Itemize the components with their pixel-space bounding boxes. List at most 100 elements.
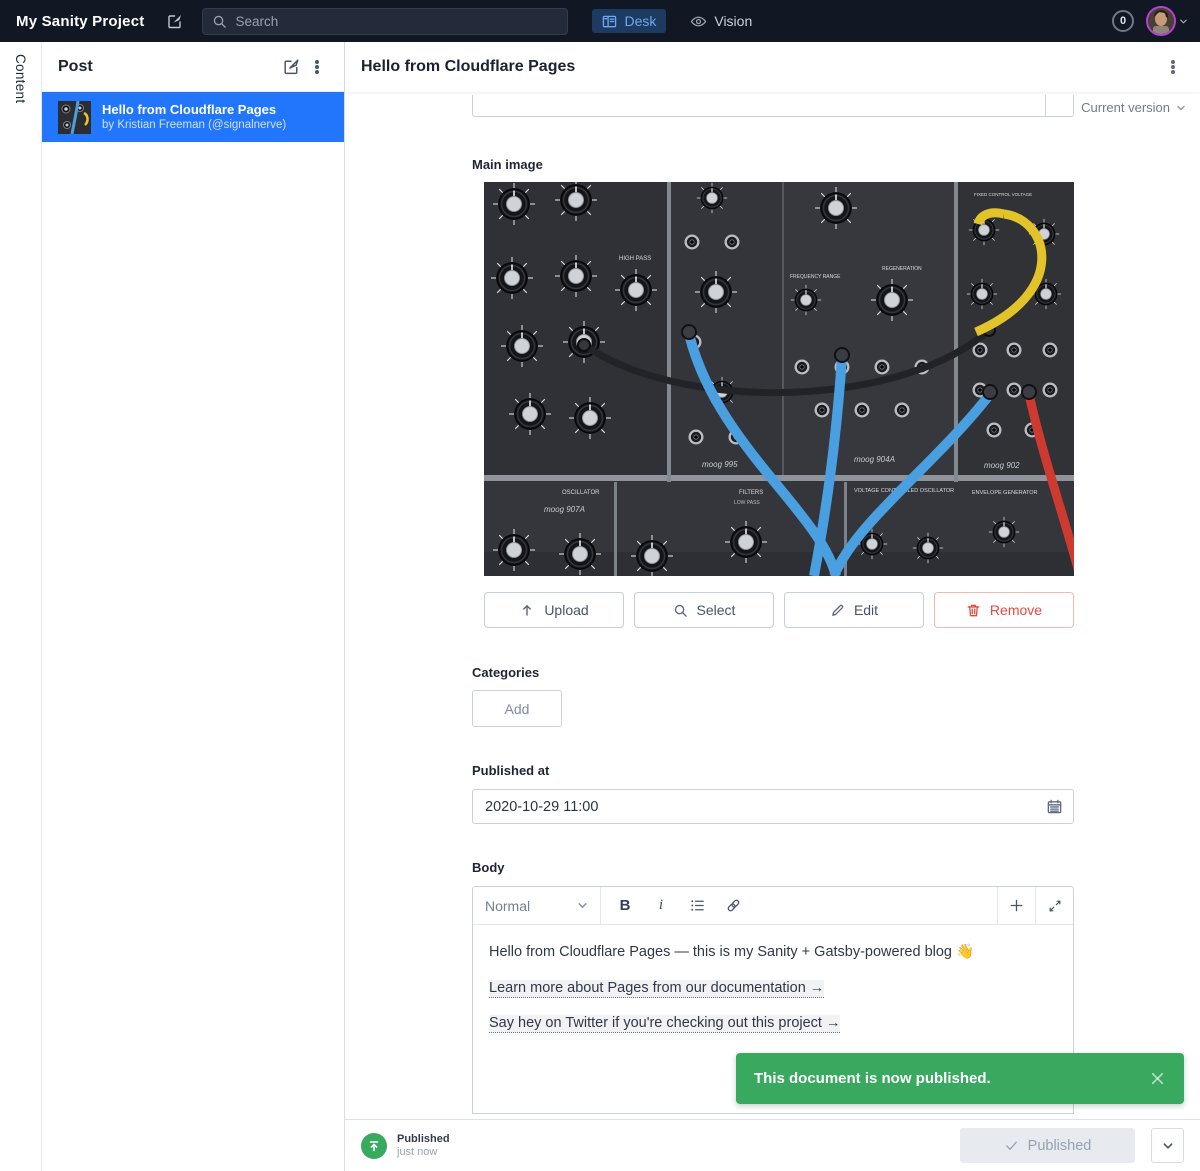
post-list-pane: Post <box>42 42 345 1171</box>
close-icon[interactable] <box>1149 1070 1166 1087</box>
publish-time: just now <box>397 1146 450 1158</box>
svg-text:moog 904A: moog 904A <box>854 455 895 464</box>
list-item-text: Hello from Cloudflare Pages by Kristian … <box>102 101 286 133</box>
topbar-right: 0 <box>1112 6 1188 36</box>
edit-label: Edit <box>854 602 878 618</box>
svg-text:FILTERS: FILTERS <box>739 490 763 496</box>
published-at-label: Published at <box>472 763 1074 778</box>
footer-actions: Published <box>960 1128 1184 1163</box>
trash-icon <box>966 603 981 618</box>
image-actions: Upload Select Edit <box>484 592 1074 628</box>
compose-button[interactable] <box>162 8 188 34</box>
compose-icon <box>282 57 301 76</box>
version-label: Current version <box>1081 100 1170 115</box>
svg-text:ENVELOPE GENERATOR: ENVELOPE GENERATOR <box>972 490 1038 496</box>
document-header: Hello from Cloudflare Pages <box>345 42 1200 92</box>
edit-button[interactable]: Edit <box>784 592 924 628</box>
chevron-down-icon <box>577 900 588 911</box>
tool-tabs: Desk Vision <box>592 9 762 34</box>
avatar <box>1146 6 1176 36</box>
publish-meta: Published just now <box>397 1133 450 1158</box>
workspace: Content Post <box>0 42 1200 1171</box>
document-footer: Published just now Published <box>345 1119 1200 1171</box>
bold-button[interactable]: B <box>609 891 641 921</box>
top-bar: My Sanity Project Search Desk Vision 0 <box>0 0 1200 42</box>
svg-text:REGENERATION: REGENERATION <box>882 266 922 272</box>
list-item-thumbnail <box>58 101 91 134</box>
publish-menu-button[interactable] <box>1151 1128 1184 1163</box>
search-icon <box>212 14 227 29</box>
publish-icon <box>367 1139 381 1153</box>
document-body: Current version Main image <box>345 92 1200 1119</box>
svg-text:moog 902: moog 902 <box>984 461 1020 470</box>
text-style-value: Normal <box>485 898 530 914</box>
main-image-field: HIGH PASS moog 907A moog 995 <box>484 182 1074 628</box>
list-pane-title: Post <box>58 58 278 76</box>
remove-label: Remove <box>990 602 1042 618</box>
user-menu[interactable] <box>1146 6 1188 36</box>
new-document-button[interactable] <box>278 54 304 80</box>
italic-button[interactable]: i <box>645 891 677 921</box>
tab-vision[interactable]: Vision <box>680 9 762 34</box>
main-image-label: Main image <box>472 157 1074 172</box>
body-link[interactable]: Say hey on Twitter if you're checking ou… <box>489 1015 840 1033</box>
link-button[interactable] <box>717 891 749 921</box>
search-placeholder: Search <box>235 14 278 29</box>
list-pane-header: Post <box>42 42 344 92</box>
select-label: Select <box>697 602 736 618</box>
publish-button[interactable]: Published <box>960 1128 1135 1163</box>
slug-field-divider <box>1045 95 1046 116</box>
categories-label: Categories <box>472 665 1074 680</box>
kebab-icon <box>309 59 325 75</box>
text-style-select[interactable]: Normal <box>473 887 601 924</box>
published-at-input[interactable]: 2020-10-29 11:00 <box>472 789 1074 824</box>
publish-button-label: Published <box>1028 1138 1092 1154</box>
svg-text:FREQUENCY RANGE: FREQUENCY RANGE <box>790 274 841 280</box>
document-menu-button[interactable] <box>1160 54 1186 80</box>
rail-tab-content[interactable]: Content <box>13 54 28 1171</box>
version-selector[interactable]: Current version <box>1081 100 1186 115</box>
calendar-button[interactable] <box>1046 798 1063 820</box>
body-label: Body <box>472 860 1074 875</box>
add-label: Add <box>505 701 530 717</box>
body-link[interactable]: Learn more about Pages from our document… <box>489 980 824 998</box>
project-title: My Sanity Project <box>16 13 144 30</box>
publish-status-icon <box>361 1133 387 1159</box>
format-buttons: B i <box>601 887 997 924</box>
search-input[interactable]: Search <box>202 8 568 35</box>
kebab-icon <box>1165 59 1181 75</box>
list-item-subtitle: by Kristian Freeman (@signalnerve) <box>102 118 286 133</box>
list-menu-button[interactable] <box>304 54 330 80</box>
svg-text:moog 995: moog 995 <box>702 460 738 469</box>
fullscreen-button[interactable] <box>1035 887 1073 924</box>
list-item-title: Hello from Cloudflare Pages <box>102 101 286 119</box>
svg-text:LOW PASS: LOW PASS <box>734 500 760 506</box>
bullet-list-icon <box>689 897 706 914</box>
remove-button[interactable]: Remove <box>934 592 1074 628</box>
list-item[interactable]: Hello from Cloudflare Pages by Kristian … <box>42 92 344 142</box>
svg-text:moog 907A: moog 907A <box>544 505 585 514</box>
main-image-preview[interactable]: HIGH PASS moog 907A moog 995 <box>484 182 1074 576</box>
editor-toolbar: Normal B i <box>473 887 1073 925</box>
check-icon <box>1004 1138 1019 1153</box>
document-form: Main image <box>472 92 1074 1114</box>
svg-text:FIXED CONTROL VOLTAGE: FIXED CONTROL VOLTAGE <box>974 192 1032 197</box>
add-category-button[interactable]: Add <box>472 690 562 727</box>
insert-block-button[interactable] <box>997 887 1035 924</box>
tab-desk[interactable]: Desk <box>592 9 666 33</box>
content-rail: Content <box>0 42 42 1171</box>
bullet-list-button[interactable] <box>681 891 713 921</box>
editor-content[interactable]: Hello from Cloudflare Pages — this is my… <box>473 925 1073 1049</box>
link-icon <box>725 897 742 914</box>
upload-button[interactable]: Upload <box>484 592 624 628</box>
upload-icon <box>519 602 535 618</box>
notifications-badge[interactable]: 0 <box>1112 10 1134 32</box>
svg-text:OSCILLATOR: OSCILLATOR <box>562 490 600 496</box>
eye-icon <box>690 13 707 30</box>
slug-field-partial[interactable] <box>472 95 1074 117</box>
search-icon <box>673 603 688 618</box>
calendar-icon <box>1046 798 1063 815</box>
select-button[interactable]: Select <box>634 592 774 628</box>
document-title: Hello from Cloudflare Pages <box>361 58 1160 76</box>
publish-status: Published <box>397 1133 450 1145</box>
